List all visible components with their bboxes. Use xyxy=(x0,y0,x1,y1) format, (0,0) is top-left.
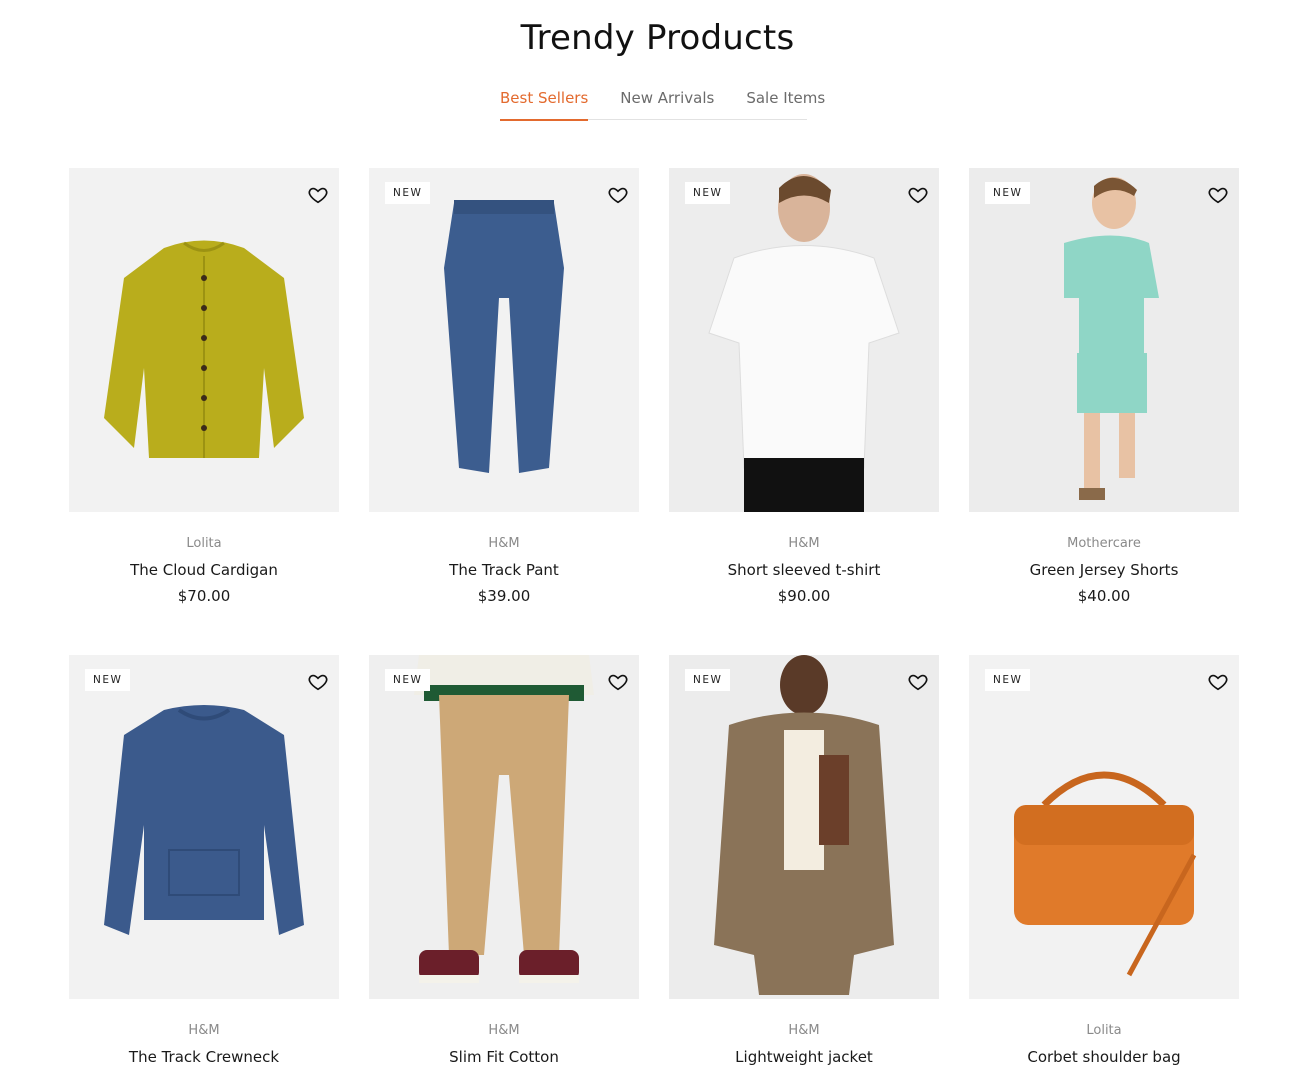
product-image[interactable]: NEW xyxy=(969,655,1239,999)
product-tabs: Best Sellers New Arrivals Sale Items xyxy=(500,86,825,121)
product-brand: H&M xyxy=(488,1023,520,1038)
product-name[interactable]: Slim Fit Cotton xyxy=(369,1048,639,1066)
product-name[interactable]: The Track Crewneck xyxy=(69,1048,339,1066)
product-price: $40.00 xyxy=(1077,587,1131,605)
wishlist-heart-icon[interactable] xyxy=(307,184,329,206)
shoulder-bag-image xyxy=(1014,771,1197,977)
wishlist-heart-icon[interactable] xyxy=(1207,184,1229,206)
chinos-image xyxy=(369,655,639,999)
product-card[interactable]: NEW Lolita Corbet shoulder bag xyxy=(969,655,1239,1066)
product-card[interactable]: NEW H&M Short sleeved t-shirt $90.00 xyxy=(669,168,939,605)
product-card[interactable]: NEW H&M The Track Crewneck xyxy=(69,655,339,1066)
kid-shorts-image xyxy=(969,168,1239,512)
product-card[interactable]: NEW Mothercare Green Jersey Shorts $40.0… xyxy=(969,168,1239,605)
product-image[interactable]: NEW xyxy=(369,655,639,999)
new-badge: NEW xyxy=(985,182,1031,204)
product-brand: H&M xyxy=(188,1023,220,1038)
new-badge: NEW xyxy=(385,182,431,204)
product-brand: Lolita xyxy=(186,536,222,551)
product-price: $90.00 xyxy=(777,587,831,605)
product-image[interactable]: NEW xyxy=(669,655,939,999)
product-image[interactable]: NEW xyxy=(669,168,939,512)
tab-sale-items[interactable]: Sale Items xyxy=(746,86,825,120)
wishlist-heart-icon[interactable] xyxy=(1207,671,1229,693)
product-brand: Mothercare xyxy=(1067,536,1141,551)
cardigan-image xyxy=(104,240,304,458)
product-brand: H&M xyxy=(488,536,520,551)
product-brand: H&M xyxy=(788,1023,820,1038)
product-price: $39.00 xyxy=(477,587,531,605)
new-badge: NEW xyxy=(985,669,1031,691)
new-badge: NEW xyxy=(85,669,131,691)
product-brand: H&M xyxy=(788,536,820,551)
product-brand: Lolita xyxy=(1086,1023,1122,1038)
product-card[interactable]: NEW H&M The Track Pant $39.00 xyxy=(369,168,639,605)
product-image[interactable]: NEW xyxy=(369,168,639,512)
tab-new-arrivals[interactable]: New Arrivals xyxy=(620,86,714,120)
product-name[interactable]: Corbet shoulder bag xyxy=(969,1048,1239,1066)
wishlist-heart-icon[interactable] xyxy=(907,671,929,693)
product-image[interactable]: NEW xyxy=(69,655,339,999)
product-name[interactable]: The Track Pant xyxy=(369,561,639,579)
new-badge: NEW xyxy=(385,669,431,691)
product-card[interactable]: Lolita The Cloud Cardigan $70.00 xyxy=(69,168,339,605)
track-pant-image xyxy=(444,200,564,473)
product-name[interactable]: Green Jersey Shorts xyxy=(969,561,1239,579)
wishlist-heart-icon[interactable] xyxy=(607,671,629,693)
wishlist-heart-icon[interactable] xyxy=(307,671,329,693)
section-title: Trendy Products xyxy=(520,18,795,58)
tshirt-model-image xyxy=(669,168,939,512)
product-image[interactable]: NEW xyxy=(969,168,1239,512)
product-image[interactable] xyxy=(69,168,339,512)
jacket-model-image xyxy=(669,655,939,999)
wishlist-heart-icon[interactable] xyxy=(607,184,629,206)
product-name[interactable]: Short sleeved t-shirt xyxy=(669,561,939,579)
new-badge: NEW xyxy=(685,669,731,691)
product-name[interactable]: Lightweight jacket xyxy=(669,1048,939,1066)
new-badge: NEW xyxy=(685,182,731,204)
crewneck-image xyxy=(104,705,304,935)
product-price: $70.00 xyxy=(177,587,231,605)
tab-best-sellers[interactable]: Best Sellers xyxy=(500,86,589,121)
product-card[interactable]: NEW H&M Lightweight jacket xyxy=(669,655,939,1066)
product-card[interactable]: NEW H&M Slim Fit Cotton xyxy=(369,655,639,1066)
wishlist-heart-icon[interactable] xyxy=(907,184,929,206)
product-name[interactable]: The Cloud Cardigan xyxy=(69,561,339,579)
